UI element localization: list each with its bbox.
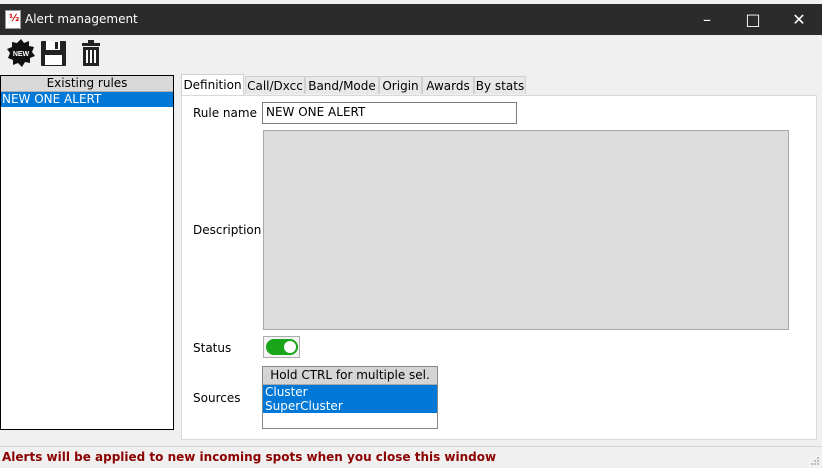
- close-button[interactable]: ✕: [776, 4, 822, 35]
- toggle-track: [266, 339, 298, 355]
- tab-band-mode[interactable]: Band/Mode: [305, 76, 379, 94]
- tab-call-dxcc[interactable]: Call/Dxcc: [245, 76, 305, 94]
- maximize-button[interactable]: □: [730, 4, 776, 35]
- list-item[interactable]: NEW ONE ALERT: [1, 92, 173, 107]
- save-rule-button[interactable]: [39, 38, 69, 68]
- rule-name-label: Rule name: [193, 106, 257, 120]
- tab-origin[interactable]: Origin: [379, 76, 422, 94]
- sources-header: Hold CTRL for multiple sel.: [263, 367, 437, 385]
- window-title: Alert management: [25, 12, 138, 26]
- description-label: Description: [193, 223, 262, 237]
- rule-name-input[interactable]: NEW ONE ALERT: [262, 102, 517, 124]
- maximize-icon: □: [745, 10, 761, 29]
- minimize-button[interactable]: –: [684, 4, 730, 35]
- tab-by-stats[interactable]: By stats: [474, 76, 526, 94]
- delete-icon: [82, 40, 100, 66]
- tab-definition[interactable]: Definition: [181, 74, 244, 96]
- list-item[interactable]: SuperCluster: [263, 399, 437, 413]
- description-textarea[interactable]: [263, 130, 789, 330]
- status-toggle[interactable]: [263, 336, 300, 358]
- close-icon: ✕: [792, 10, 806, 29]
- delete-rule-button[interactable]: [76, 38, 106, 68]
- status-bar: Alerts will be applied to new incoming s…: [0, 446, 822, 468]
- existing-rules-header: Existing rules: [1, 76, 173, 92]
- tab-awards[interactable]: Awards: [422, 76, 474, 94]
- svg-text:NEW: NEW: [13, 51, 30, 58]
- status-label: Status: [193, 341, 232, 355]
- toggle-knob: [284, 341, 296, 353]
- existing-rules-list[interactable]: Existing rules NEW ONE ALERT: [0, 75, 174, 430]
- app-icon: ½: [5, 10, 21, 29]
- minimize-icon: –: [703, 10, 711, 29]
- toolbar: NEW: [0, 35, 822, 72]
- list-item[interactable]: Cluster: [263, 385, 437, 399]
- status-message: Alerts will be applied to new incoming s…: [2, 450, 497, 464]
- title-bar: ½ Alert management – □ ✕: [0, 4, 822, 35]
- new-rule-button[interactable]: NEW: [6, 38, 36, 68]
- new-icon: NEW: [7, 39, 35, 67]
- sources-list[interactable]: Hold CTRL for multiple sel. Cluster Supe…: [262, 366, 438, 429]
- resize-grip-icon[interactable]: [810, 456, 820, 466]
- sources-label: Sources: [193, 391, 241, 405]
- save-icon: [41, 41, 66, 66]
